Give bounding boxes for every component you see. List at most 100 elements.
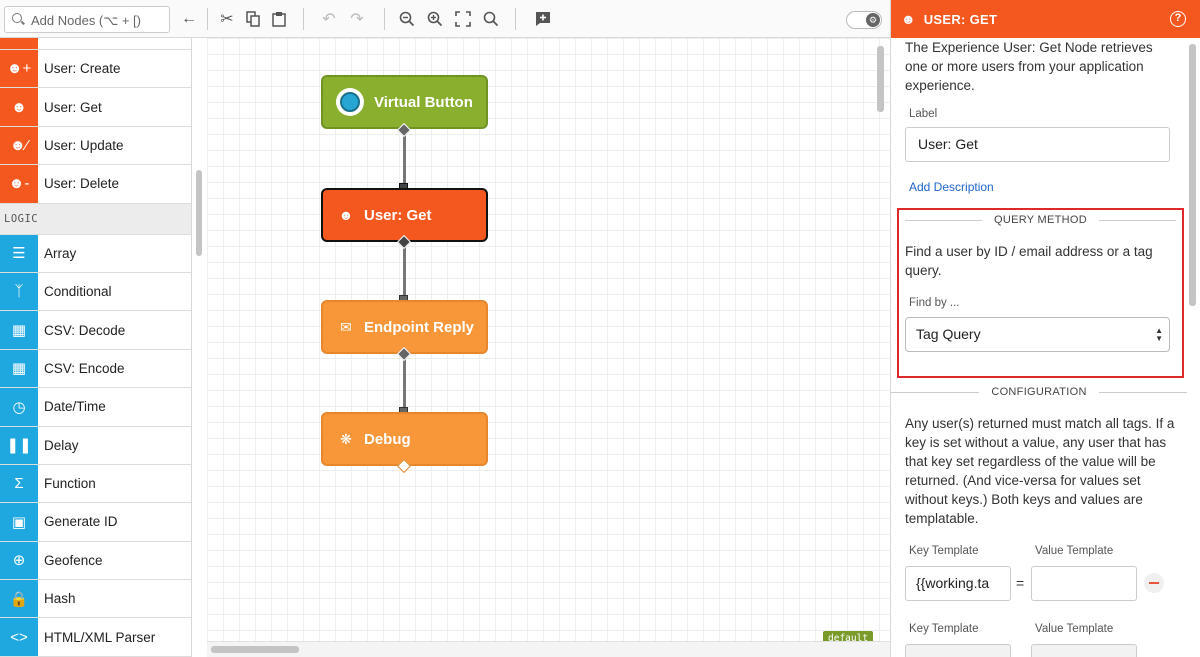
toolbar-divider bbox=[384, 8, 385, 30]
branch-icon: ᛉ bbox=[0, 272, 38, 311]
configuration-section-title: CONFIGURATION bbox=[891, 386, 1187, 398]
fit-to-screen-icon[interactable] bbox=[452, 8, 474, 30]
palette-item[interactable]: ☻+ User: Create bbox=[0, 50, 191, 89]
node-description: The Experience User: Get Node retrieves … bbox=[905, 40, 1153, 93]
collapse-palette-arrow-icon[interactable]: ← bbox=[178, 8, 200, 30]
palette-item[interactable]: ☻- User: Delete bbox=[0, 165, 191, 204]
palette-item[interactable]: ᛉ Conditional bbox=[0, 272, 191, 312]
node-user-get[interactable]: ☻ User: Get bbox=[321, 188, 488, 242]
palette-item-label: User: Delete bbox=[44, 176, 120, 192]
palette-item[interactable]: ⊕ Geofence bbox=[0, 541, 191, 581]
toolbar-divider bbox=[303, 8, 304, 30]
key-template-input-2[interactable] bbox=[905, 644, 1011, 657]
remove-tag-button[interactable] bbox=[1144, 573, 1164, 593]
palette-item[interactable]: <> HTML/XML Parser bbox=[0, 618, 191, 657]
palette-item-label: CSV: Decode bbox=[44, 322, 126, 338]
node-label: Endpoint Reply bbox=[364, 318, 474, 336]
gear-icon: ⚙ bbox=[866, 13, 880, 27]
zoom-reset-icon[interactable] bbox=[480, 8, 502, 30]
add-description-link[interactable]: Add Description bbox=[909, 180, 994, 194]
palette-item-label: CSV: Encode bbox=[44, 360, 125, 376]
help-icon[interactable]: ? bbox=[1170, 11, 1186, 27]
node-label: Debug bbox=[364, 430, 411, 448]
palette-item-label: Conditional bbox=[44, 284, 112, 300]
palette-item-label: Generate ID bbox=[44, 514, 118, 530]
workflow-editor: Add Nodes (⌥ + [) ← ✂ ↶ ↷ ⚙ ☻+ User: Cre… bbox=[0, 0, 1200, 657]
pause-icon: ❚❚ bbox=[0, 426, 38, 464]
code-icon: <> bbox=[0, 618, 38, 656]
paste-icon[interactable] bbox=[268, 8, 290, 30]
crosshair-icon: ⊕ bbox=[0, 541, 38, 580]
panel-scrollbar[interactable] bbox=[1189, 44, 1196, 306]
palette-item[interactable]: ☻⁄ User: Update bbox=[0, 126, 191, 166]
palette-item[interactable]: ❚❚ Delay bbox=[0, 426, 191, 465]
zoom-out-icon[interactable] bbox=[396, 8, 418, 30]
palette-item-label: User: Update bbox=[44, 137, 124, 153]
palette-item[interactable]: ▦ CSV: Encode bbox=[0, 349, 191, 389]
cut-icon[interactable]: ✂ bbox=[216, 8, 238, 30]
palette-scrollbar[interactable] bbox=[196, 170, 202, 256]
palette-item-label: Hash bbox=[44, 591, 76, 607]
value-template-label-2: Value Template bbox=[1035, 623, 1114, 635]
toolbar-divider bbox=[515, 8, 516, 30]
label-input[interactable]: User: Get bbox=[905, 127, 1170, 162]
copy-icon[interactable] bbox=[242, 8, 264, 30]
palette-item[interactable]: Σ Function bbox=[0, 464, 191, 504]
virtual-button-icon bbox=[336, 88, 364, 116]
key-template-label-2: Key Template bbox=[909, 623, 979, 635]
palette-item[interactable]: ▣ Generate ID bbox=[0, 503, 191, 542]
palette-item[interactable]: 🔒 Hash bbox=[0, 580, 191, 619]
toolbar-divider bbox=[207, 8, 208, 30]
palette-item-label: User: Create bbox=[44, 61, 121, 77]
value-template-input[interactable] bbox=[1031, 566, 1137, 601]
canvas-vertical-scrollbar[interactable] bbox=[877, 46, 884, 112]
node-virtual-button[interactable]: Virtual Button bbox=[321, 75, 488, 129]
logic-node-list: ☰ Array ᛉ Conditional ▦ CSV: Decode ▦ CSV: Enco… bbox=[0, 234, 191, 657]
find-by-select[interactable]: Tag Query ▲ ▼ bbox=[905, 317, 1170, 352]
add-comment-icon[interactable] bbox=[532, 8, 554, 30]
sigma-icon: Σ bbox=[0, 464, 38, 503]
palette-item-label: Date/Time bbox=[44, 399, 106, 415]
query-method-description: Find a user by ID / email address or a t… bbox=[905, 244, 1153, 278]
palette-item[interactable]: ☰ Array bbox=[0, 234, 191, 273]
palette-cut-item bbox=[0, 38, 191, 50]
zoom-in-icon[interactable] bbox=[424, 8, 446, 30]
user-add-icon: ☻+ bbox=[0, 50, 38, 88]
palette-item-label: HTML/XML Parser bbox=[44, 629, 156, 645]
palette-category-logic: LOGIC bbox=[0, 203, 191, 235]
palette-item-label: Function bbox=[44, 476, 96, 492]
settings-toggle[interactable]: ⚙ bbox=[846, 11, 882, 29]
minus-icon bbox=[1149, 582, 1159, 584]
canvas-horizontal-scrollbar[interactable] bbox=[211, 646, 299, 653]
node-label: User: Get bbox=[364, 206, 432, 224]
node-palette: ☻+ User: Create ☻ User: Get ☻⁄ User: Update ☻-… bbox=[0, 38, 192, 657]
find-by-selected-value: Tag Query bbox=[916, 326, 981, 342]
node-debug[interactable]: ❋ Debug bbox=[321, 412, 488, 466]
undo-icon[interactable]: ↶ bbox=[318, 8, 340, 30]
equals-sign: = bbox=[1016, 575, 1025, 591]
palette-item-label: Geofence bbox=[44, 552, 103, 568]
redo-icon[interactable]: ↷ bbox=[346, 8, 368, 30]
user-search-icon: ☻ bbox=[0, 88, 38, 126]
palette-item[interactable]: ◷ Date/Time bbox=[0, 388, 191, 427]
node-properties-panel: ☻ USER: GET ? The Experience User: Get N… bbox=[890, 0, 1200, 657]
palette-item-label: User: Get bbox=[44, 99, 102, 115]
connection-wire[interactable] bbox=[403, 130, 406, 188]
connection-wire[interactable] bbox=[403, 354, 406, 412]
add-nodes-search-input[interactable]: Add Nodes (⌥ + [) bbox=[4, 6, 170, 33]
palette-item[interactable]: ▦ CSV: Decode bbox=[0, 311, 191, 350]
label-field-label: Label bbox=[909, 108, 938, 120]
palette-item[interactable]: ☻ User: Get bbox=[0, 88, 191, 127]
value-template-input-2[interactable] bbox=[1031, 644, 1137, 657]
connection-wire[interactable] bbox=[403, 242, 406, 300]
node-endpoint-reply[interactable]: ✉ Endpoint Reply bbox=[321, 300, 488, 354]
find-by-label: Find by ... bbox=[909, 297, 960, 309]
workflow-canvas[interactable]: Virtual Button ☻ User: Get ✉ Endpoint Re… bbox=[207, 38, 890, 657]
clock-icon: ◷ bbox=[0, 388, 38, 426]
configuration-description: Any user(s) returned must match all tags… bbox=[905, 416, 1175, 526]
key-template-input[interactable]: {{working.ta bbox=[905, 566, 1011, 601]
experience-node-list: ☻+ User: Create ☻ User: Get ☻⁄ User: Update ☻-… bbox=[0, 50, 191, 204]
user-remove-icon: ☻- bbox=[0, 165, 38, 203]
reply-icon: ✉ bbox=[340, 318, 352, 335]
panel-header: ☻ USER: GET ? bbox=[891, 0, 1200, 38]
